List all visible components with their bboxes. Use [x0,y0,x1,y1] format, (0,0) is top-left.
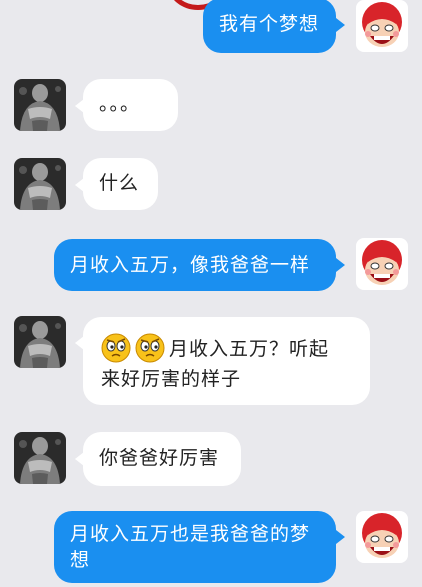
bubble-tail [336,18,345,32]
bubble-tail [336,258,345,272]
cartoon-girl-avatar[interactable] [356,511,408,563]
cartoon-girl-avatar[interactable] [356,0,408,52]
message-text-line-2: 来好厉害的样子 [101,368,242,390]
cartoon-girl-avatar[interactable] [356,238,408,290]
message-bubble-incoming[interactable]: 。。。 [83,79,178,131]
bubble-tail [336,530,345,544]
message-text-line-1: 月收入五万？听起 [169,338,330,360]
muscle-man-avatar[interactable] [14,158,66,210]
message-text: 我有个梦想 [219,13,320,35]
confused-face-icon [135,333,165,363]
message-text-line-1: 月收入五万也是我爸爸的梦 [70,523,311,545]
message-bubble-incoming[interactable]: 月收入五万？听起 来好厉害的样子 [83,317,370,405]
message-text: 月收入五万，像我爸爸一样 [70,254,311,276]
message-bubble-outgoing[interactable]: 月收入五万，像我爸爸一样 [54,239,336,291]
message-text-line-2: 想 [70,549,91,571]
muscle-man-avatar[interactable] [14,432,66,484]
muscle-man-avatar[interactable] [14,316,66,368]
message-text: 你爸爸好厉害 [99,447,220,469]
message-bubble-incoming[interactable]: 什么 [83,158,158,210]
message-bubble-outgoing[interactable]: 我有个梦想 [203,0,336,53]
message-bubble-outgoing[interactable]: 月收入五万也是我爸爸的梦 想 [54,511,336,583]
message-bubble-incoming[interactable]: 你爸爸好厉害 [83,432,241,486]
chat-thread: 我有个梦想 。。。 什么 月收入五万，像我爸爸一样 月收入五万？听起 来好厉害的… [0,0,422,587]
muscle-man-avatar[interactable] [14,79,66,131]
confused-face-icon [101,333,131,363]
message-text: 。。。 [99,93,141,115]
message-text: 什么 [99,172,140,194]
